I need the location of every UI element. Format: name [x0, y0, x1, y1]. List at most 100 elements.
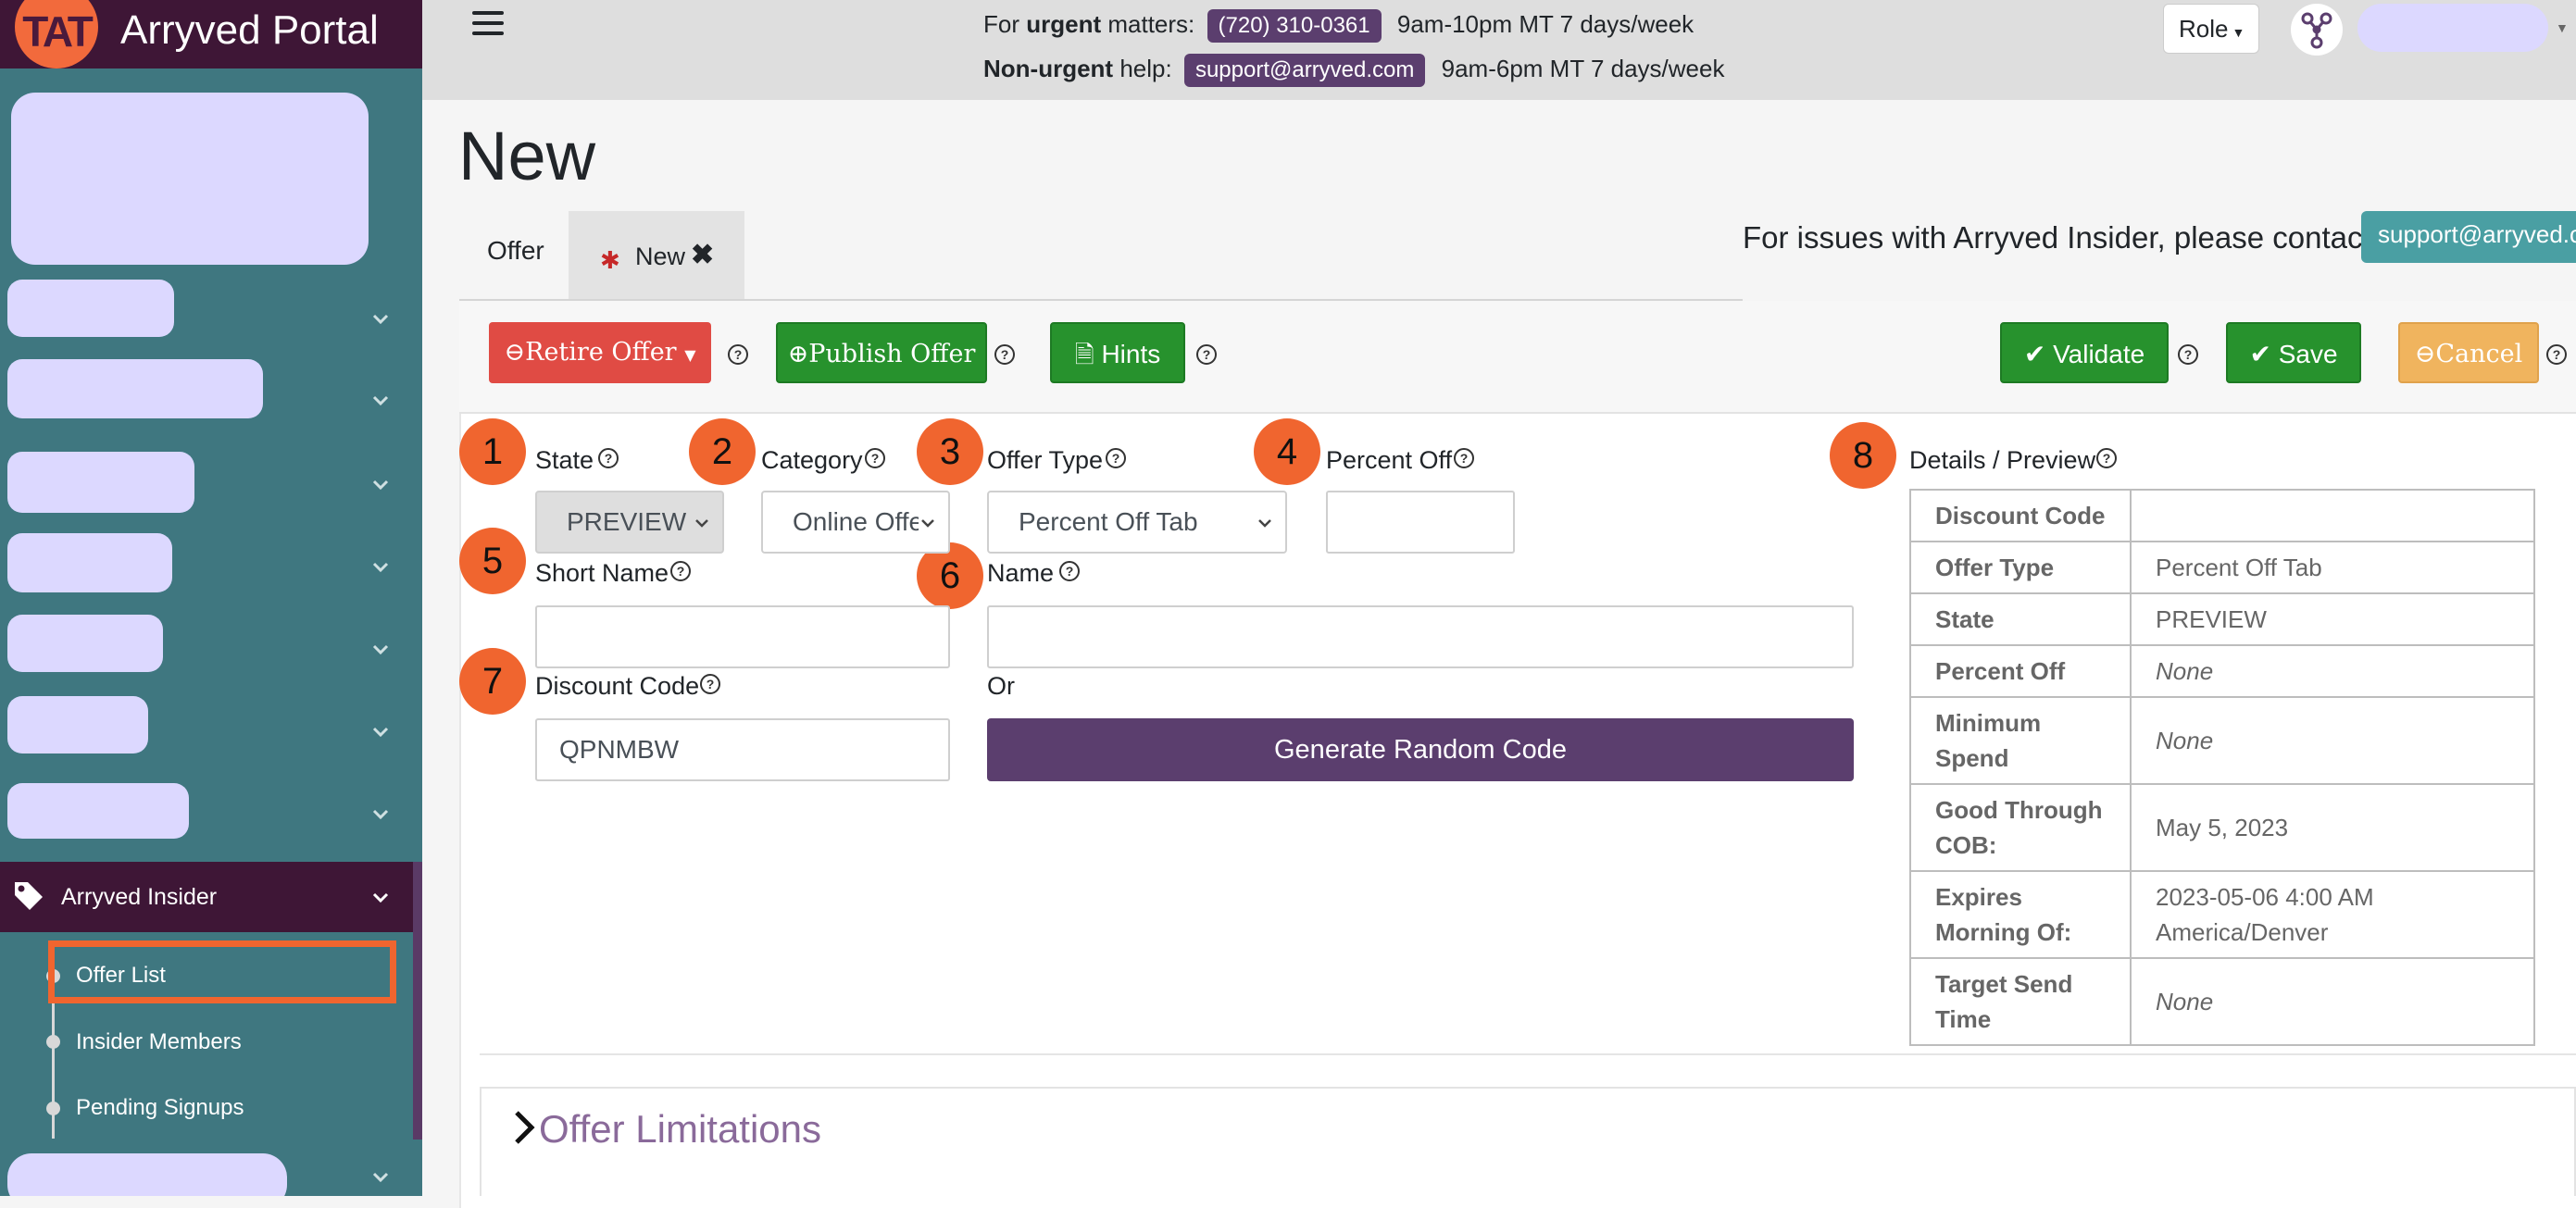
detail-key: Percent Off [1909, 644, 2132, 698]
detail-value: None [2130, 644, 2535, 698]
help-icon[interactable]: ? [728, 344, 748, 365]
short-name-input[interactable] [535, 605, 950, 668]
validate-button[interactable]: ✔ Validate [2000, 322, 2169, 383]
step-marker-2: 2 [689, 418, 756, 485]
offer-limitations-label: Offer Limitations [539, 1107, 822, 1151]
sidebar-item-arryved-insider[interactable]: Arryved Insider [0, 862, 413, 932]
support-email-badge[interactable]: support@arryved.com [1183, 54, 1426, 87]
discount-code-label: Discount Code [535, 672, 699, 701]
highlight-box [48, 940, 396, 1003]
cancel-button[interactable]: ⊖Cancel [2398, 322, 2539, 383]
arryved-network-icon[interactable] [2291, 4, 2343, 56]
nonurgent-suffix: help: [1113, 55, 1172, 82]
state-value: PREVIEW [567, 507, 687, 536]
help-icon[interactable]: ? [1106, 448, 1126, 468]
sidebar-item-2[interactable] [7, 359, 263, 418]
urgent-phone-badge[interactable]: (720) 310-0361 [1207, 9, 1382, 43]
check-circle-icon: ✔ [2023, 340, 2046, 368]
sidebar-item-1[interactable] [7, 280, 174, 337]
sidebar-item-4[interactable] [7, 533, 172, 592]
detail-value [2130, 489, 2535, 542]
step-marker-1: 1 [459, 418, 526, 485]
retire-offer-button[interactable]: ⊖Retire Offer ▼ [489, 322, 711, 383]
sidebar-item-3[interactable] [7, 452, 194, 513]
sidebar-scrollbar[interactable] [413, 862, 422, 1140]
insider-support-email-badge[interactable]: support@arryved.co [2361, 211, 2576, 263]
chevron-down-icon[interactable] [370, 308, 391, 329]
hamburger-menu-icon[interactable] [472, 11, 504, 35]
chevron-down-icon [695, 519, 708, 528]
publish-offer-button[interactable]: ⊕Publish Offer [776, 322, 987, 383]
category-select[interactable]: Online Offer [761, 491, 950, 554]
save-button[interactable]: ✔ Save [2226, 322, 2361, 383]
chevron-down-icon[interactable] [370, 1166, 391, 1187]
subnav-item-pending-signups[interactable]: Pending Signups [76, 1095, 244, 1121]
urgent-suffix: matters: [1101, 10, 1195, 38]
table-row: Good Through COB: May 5, 2023 [1909, 783, 2535, 872]
help-icon[interactable]: ? [1454, 448, 1474, 468]
chevron-down-icon [1258, 519, 1271, 528]
chevron-down-icon[interactable] [370, 803, 391, 824]
asterisk-icon: ✱ [600, 246, 620, 274]
check-circle-icon: ✔ [2249, 340, 2271, 368]
urgent-contact-line: For urgent matters: (720) 310-0361 9am-1… [983, 9, 1694, 43]
table-row: Offer Type Percent Off Tab [1909, 541, 2535, 594]
hints-button[interactable]: 🗎 Hints [1050, 322, 1185, 383]
chevron-down-icon[interactable] [370, 887, 391, 907]
chevron-right-icon[interactable] [509, 1109, 537, 1146]
sidebar-item-5[interactable] [7, 615, 163, 672]
chevron-down-icon[interactable] [370, 474, 391, 494]
detail-key: State [1909, 592, 2132, 646]
role-label: Role [2179, 15, 2229, 43]
offer-type-value: Percent Off Tab [1019, 507, 1198, 536]
caret-down-icon[interactable]: ▼ [2556, 20, 2569, 35]
discount-code-input[interactable]: QPNMBW [535, 718, 950, 781]
help-icon[interactable]: ? [598, 448, 619, 468]
detail-value: PREVIEW [2130, 592, 2535, 646]
generate-random-code-button[interactable]: Generate Random Code [987, 718, 1854, 781]
detail-value: None [2130, 696, 2535, 785]
help-icon[interactable]: ? [865, 448, 885, 468]
save-label: Save [2278, 340, 2338, 368]
sidebar-item-7[interactable] [7, 783, 189, 839]
validate-label: Validate [2053, 340, 2145, 368]
detail-key: Good Through COB: [1909, 783, 2132, 872]
subnav-item-insider-members[interactable]: Insider Members [76, 1029, 242, 1055]
help-icon[interactable]: ? [670, 561, 691, 581]
brand-header[interactable]: TAT Arryved Portal [0, 0, 422, 68]
offer-type-select[interactable]: Percent Off Tab [987, 491, 1287, 554]
tab-offer[interactable]: Offer [487, 236, 544, 266]
nonurgent-contact-line: Non-urgent help: support@arryved.com 9am… [983, 54, 1724, 87]
chevron-down-icon[interactable] [370, 721, 391, 741]
tab-new[interactable]: ✱ New ✖ [569, 211, 744, 300]
offer-type-label: Offer Type [987, 446, 1103, 475]
details-preview-title: Details / Preview [1909, 446, 2096, 474]
table-row: Discount Code [1909, 489, 2535, 542]
percent-off-label: Percent Off [1326, 446, 1452, 475]
help-icon[interactable]: ? [1059, 561, 1080, 581]
help-icon[interactable]: ? [2096, 448, 2117, 468]
close-tab-icon[interactable]: ✖ [691, 239, 714, 271]
chevron-down-icon[interactable] [370, 556, 391, 577]
state-select[interactable]: PREVIEW [535, 491, 724, 554]
sidebar-item-8[interactable] [7, 1153, 287, 1196]
minus-circle-icon: ⊖ [2414, 340, 2436, 368]
help-icon[interactable]: ? [2178, 344, 2198, 365]
role-dropdown[interactable]: Role ▼ [2163, 4, 2259, 54]
short-name-label: Short Name [535, 559, 669, 588]
user-menu[interactable] [2357, 4, 2548, 52]
help-icon[interactable]: ? [2546, 344, 2567, 365]
sidebar-item-6[interactable] [7, 696, 148, 753]
help-icon[interactable]: ? [994, 344, 1015, 365]
venue-card[interactable] [11, 93, 369, 265]
plus-circle-icon: ⊕ [787, 340, 809, 368]
offer-limitations-section[interactable]: Offer Limitations [480, 1087, 2576, 1196]
chevron-down-icon[interactable] [370, 639, 391, 659]
hints-label: Hints [1101, 340, 1161, 368]
help-icon[interactable]: ? [700, 674, 720, 694]
percent-off-input[interactable] [1326, 491, 1515, 554]
details-preview-label: Details / Preview [1909, 446, 2095, 475]
name-input[interactable] [987, 605, 1854, 668]
chevron-down-icon[interactable] [370, 390, 391, 410]
help-icon[interactable]: ? [1196, 344, 1217, 365]
